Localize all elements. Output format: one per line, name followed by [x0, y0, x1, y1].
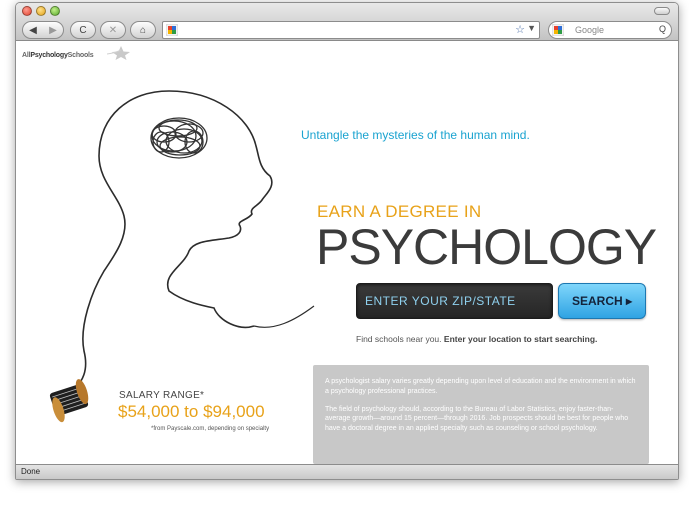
search-button[interactable]: SEARCH ▸	[558, 283, 646, 319]
subject-heading: PSYCHOLOGY	[316, 219, 657, 275]
salary-range: $54,000 to $94,000	[118, 402, 265, 421]
browser-window: ◀ ▶ C ✕ ⌂ ☆ ▼ Google Q AllPsychologyScho…	[15, 2, 679, 480]
info-paragraph: A psychologist salary varies greatly dep…	[325, 378, 636, 395]
page-content: AllPsychologySchools Untangle the myster…	[16, 42, 678, 465]
url-field[interactable]: ☆ ▼	[162, 21, 540, 39]
home-icon: ⌂	[139, 24, 147, 36]
browser-toolbar: ◀ ▶ C ✕ ⌂ ☆ ▼ Google Q	[16, 3, 678, 41]
forward-arrow-icon[interactable]: ▶	[49, 25, 57, 36]
salary-footnote: *from Payscale.com, depending on special…	[151, 426, 270, 432]
search-icon[interactable]: Q	[659, 24, 666, 34]
home-button[interactable]: ⌂	[130, 21, 156, 39]
wire-spool-icon	[49, 379, 89, 423]
logo-suffix: Schools	[67, 52, 94, 59]
reload-icon: C	[79, 24, 87, 36]
logo-middle: Psychology	[30, 52, 68, 59]
info-box: A psychologist salary varies greatly dep…	[313, 365, 649, 464]
back-arrow-icon[interactable]: ◀	[29, 25, 37, 36]
salary-label: SALARY RANGE*	[119, 390, 205, 401]
url-dropdown-icon[interactable]: ▼	[527, 23, 536, 33]
search-engine-icon[interactable]	[552, 24, 564, 36]
stop-icon: ✕	[108, 24, 118, 36]
find-prefix: Find schools near you.	[356, 334, 442, 344]
browser-search-field[interactable]: Google Q	[548, 21, 672, 39]
close-window-button[interactable]	[22, 6, 32, 16]
reload-button[interactable]: C	[70, 21, 96, 39]
info-paragraph: The field of psychology should, accordin…	[325, 405, 629, 433]
stop-button[interactable]: ✕	[100, 21, 126, 39]
status-text: Done	[21, 467, 41, 476]
zoom-window-button[interactable]	[50, 6, 60, 16]
zip-state-input[interactable]: ENTER YOUR ZIP/STATE	[356, 283, 553, 319]
status-bar: Done	[16, 464, 678, 479]
toolbar-toggle-button[interactable]	[654, 7, 670, 15]
find-instruction: Enter your location to start searching.	[443, 334, 598, 344]
search-placeholder: Google	[575, 25, 605, 35]
find-schools-text: Find schools near you. Enter your locati…	[356, 334, 597, 344]
tagline: Untangle the mysteries of the human mind…	[301, 128, 530, 142]
google-favicon-icon	[166, 24, 178, 36]
logo-star-icon	[107, 46, 130, 60]
minimize-window-button[interactable]	[36, 6, 46, 16]
back-forward-group: ◀ ▶	[22, 21, 64, 39]
bookmark-star-icon[interactable]: ☆	[515, 23, 525, 36]
site-logo[interactable]: AllPsychologySchools	[22, 46, 130, 60]
head-wire-illustration	[49, 90, 315, 423]
